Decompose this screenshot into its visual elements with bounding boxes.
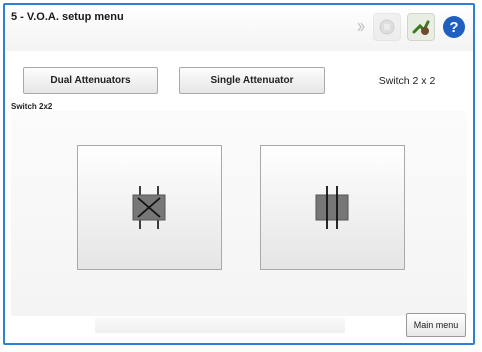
svg-text:?: ? [449,19,458,36]
disabled-tool-icon[interactable] [373,13,401,41]
cross-switch-icon [132,186,166,229]
status-bar [95,317,345,333]
settings-shortcut-icon[interactable] [355,14,367,40]
crossed-switch-button[interactable] [77,145,222,270]
mode-tabs: Dual Attenuators Single Attenuator Switc… [23,67,459,97]
tab-dual-attenuators-label: Dual Attenuators [50,75,131,86]
parallel-switch-icon [315,186,349,229]
tab-single-attenuator-label: Single Attenuator [210,75,294,86]
header-icons: ? [355,13,467,41]
window-frame: 5 - V.O.A. setup menu ? Dual Attenuators… [3,3,475,345]
help-icon[interactable]: ? [441,14,467,40]
connection-icon[interactable] [407,13,435,41]
tab-dual-attenuators[interactable]: Dual Attenuators [23,67,158,94]
window-title: 5 - V.O.A. setup menu [11,11,124,23]
tab-single-attenuator[interactable]: Single Attenuator [179,67,325,94]
main-menu-button[interactable]: Main menu [406,313,466,337]
switch-panel [11,111,467,316]
header-bar: 5 - V.O.A. setup menu ? [5,5,473,51]
tab-switch-2x2[interactable]: Switch 2 x 2 [348,67,466,94]
tab-switch-2x2-label: Switch 2 x 2 [378,74,436,87]
straight-switch-button[interactable] [260,145,405,270]
section-label: Switch 2x2 [11,102,53,111]
main-menu-label: Main menu [413,320,459,330]
